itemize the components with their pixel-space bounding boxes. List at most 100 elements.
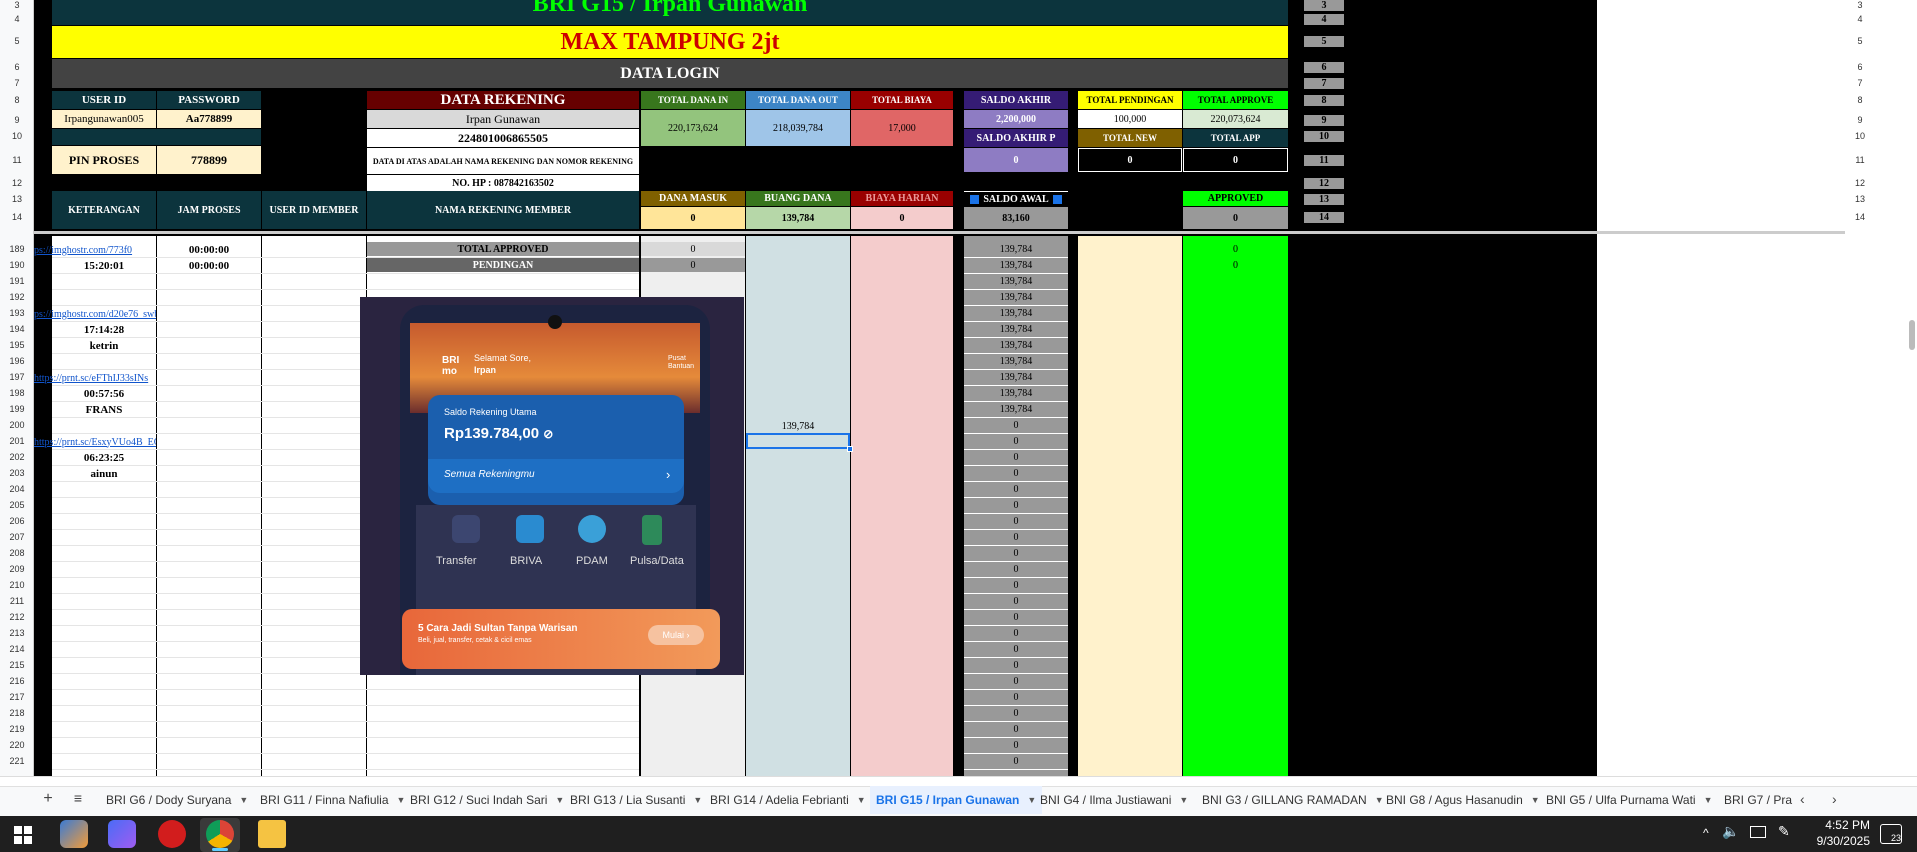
filter-icon[interactable] [970,194,980,204]
row-number[interactable]: 202 [0,452,34,462]
tab-dropdown-icon[interactable]: ▼ [1531,795,1540,805]
keterangan-link[interactable]: ps://imghostr.com/d20e76_swb [34,306,156,322]
row-number[interactable]: 7 [0,78,34,88]
tab-dropdown-icon[interactable]: ▼ [857,795,866,805]
opera-icon[interactable] [158,820,186,848]
all-sheets-button[interactable]: ≡ [68,790,88,810]
balance-amount: Rp139.784,00 ⊘ [444,425,553,442]
row-number[interactable]: 201 [0,436,34,446]
file-explorer-icon[interactable] [258,820,286,848]
filter-icon[interactable] [1052,194,1062,204]
tab-dropdown-icon[interactable]: ▼ [555,795,564,805]
password-value[interactable]: Aa778899 [157,110,261,128]
keterangan-link[interactable]: ps://imghostr.com/773f0 [34,242,156,258]
col-saldo-awal[interactable]: SALDO AWAL [964,191,1068,206]
pin-value[interactable]: 778899 [157,146,261,174]
row-number[interactable]: 199 [0,404,34,414]
row-number[interactable]: 219 [0,724,34,734]
selected-cell[interactable] [746,433,850,449]
row-number[interactable]: 203 [0,468,34,478]
pen-icon[interactable]: ✎ [1778,824,1790,840]
row-number[interactable]: 210 [0,580,34,590]
row-number[interactable]: 204 [0,484,34,494]
notification-icon[interactable]: 23 [1880,824,1902,844]
tab-dropdown-icon[interactable]: ▼ [693,795,702,805]
sheet-tab[interactable]: BRI G6 / Dody Suryana ▼ [100,786,254,814]
row-number[interactable]: 9 [0,115,34,125]
row-number[interactable]: 218 [0,708,34,718]
row-number[interactable]: 198 [0,388,34,398]
network-icon[interactable] [1750,826,1766,838]
row-number[interactable]: 14 [0,212,34,222]
row-number[interactable]: 193 [0,308,34,318]
row-number[interactable]: 191 [0,276,34,286]
row-number[interactable]: 214 [0,644,34,654]
user-id-value[interactable]: Irpangunawan005 [52,110,156,128]
keterangan-link[interactable]: https://prnt.sc/EsxyVUo4B_EG [34,434,156,450]
clock-time[interactable]: 4:52 PM [1800,818,1870,832]
row-number[interactable]: 206 [0,516,34,526]
sheet-tab[interactable]: BRI G15 / Irpan Gunawan ▼ [870,786,1043,814]
row-number[interactable]: 10 [0,131,34,141]
start-icon[interactable] [14,826,32,844]
row-number[interactable]: 4 [0,14,34,24]
sheet-tab[interactable]: BRI G13 / Lia Susanti ▼ [564,786,708,814]
row-number[interactable]: 12 [0,178,34,188]
row-number[interactable]: 3 [0,0,34,10]
vertical-scrollbar[interactable] [1905,0,1917,776]
row-number[interactable]: 209 [0,564,34,574]
row-number[interactable]: 194 [0,324,34,334]
row-number[interactable]: 211 [0,596,34,606]
row-number[interactable]: 221 [0,756,34,766]
sheet-tab[interactable]: BRI G7 / Pra [1718,786,1798,814]
row-number[interactable]: 208 [0,548,34,558]
row-number[interactable]: 216 [0,676,34,686]
pasted-phone-image[interactable]: BRI mo Selamat Sore, Irpan Pusat Bantuan … [360,297,744,675]
volume-icon[interactable]: 🔈 [1722,824,1739,840]
fill-handle[interactable] [847,446,853,452]
sheet-tab[interactable]: BNI G3 / GILLANG RAMADAN ▼ [1196,786,1390,814]
row-number[interactable]: 205 [0,500,34,510]
chrome-icon[interactable] [206,820,234,848]
keterangan-link[interactable]: https://prnt.sc/eFThIJ33sINs [34,370,156,386]
tabs-scroll-right-icon[interactable]: › [1832,791,1837,807]
row-number[interactable]: 212 [0,612,34,622]
rekening-number[interactable]: 224801006865505 [367,129,639,147]
tray-chevron-icon[interactable]: ^ [1703,826,1709,840]
sheet-tab[interactable]: BRI G11 / Finna Nafiulia ▼ [254,786,411,814]
add-sheet-button[interactable]: + [38,790,58,810]
tab-dropdown-icon[interactable]: ▼ [1704,795,1713,805]
row-number[interactable]: 8 [0,95,34,105]
row-number[interactable]: 189 [0,244,34,254]
copilot-icon[interactable] [60,820,88,848]
app-icon[interactable] [108,820,136,848]
rekening-name[interactable]: Irpan Gunawan [367,110,639,128]
row-number[interactable]: 200 [0,420,34,430]
row-number[interactable]: 195 [0,340,34,350]
row-number[interactable]: 192 [0,292,34,302]
row-number[interactable]: 5 [0,36,34,46]
row-number[interactable]: 213 [0,628,34,638]
tab-dropdown-icon[interactable]: ▼ [239,795,248,805]
row-number[interactable]: 217 [0,692,34,702]
row-number[interactable]: 220 [0,740,34,750]
row-number[interactable]: 6 [0,62,34,72]
row-number[interactable]: 215 [0,660,34,670]
sheet-tab[interactable]: BNI G4 / Ilma Justiawani ▼ [1034,786,1194,814]
tabs-scroll-left-icon[interactable]: ‹ [1800,791,1805,807]
sheet-tab[interactable]: BRI G12 / Suci Indah Sari ▼ [404,786,570,814]
scrollbar-thumb[interactable] [1909,320,1915,350]
col-buang-dana-value: 139,784 [746,207,850,229]
sheet-tab[interactable]: BNI G8 / Agus Hasanudin ▼ [1380,786,1546,814]
row-number[interactable]: 13 [0,194,34,204]
clock-date[interactable]: 9/30/2025 [1800,834,1870,848]
tab-dropdown-icon[interactable]: ▼ [1179,795,1188,805]
sheet-tab[interactable]: BNI G5 / Ulfa Purnama Wati ▼ [1540,786,1719,814]
col-saldo-awal-value: 83,160 [964,207,1068,229]
row-number[interactable]: 190 [0,260,34,270]
row-number[interactable]: 11 [0,155,34,165]
row-number[interactable]: 196 [0,356,34,366]
row-number[interactable]: 197 [0,372,34,382]
row-number[interactable]: 207 [0,532,34,542]
sheet-tab[interactable]: BRI G14 / Adelia Febrianti ▼ [704,786,872,814]
